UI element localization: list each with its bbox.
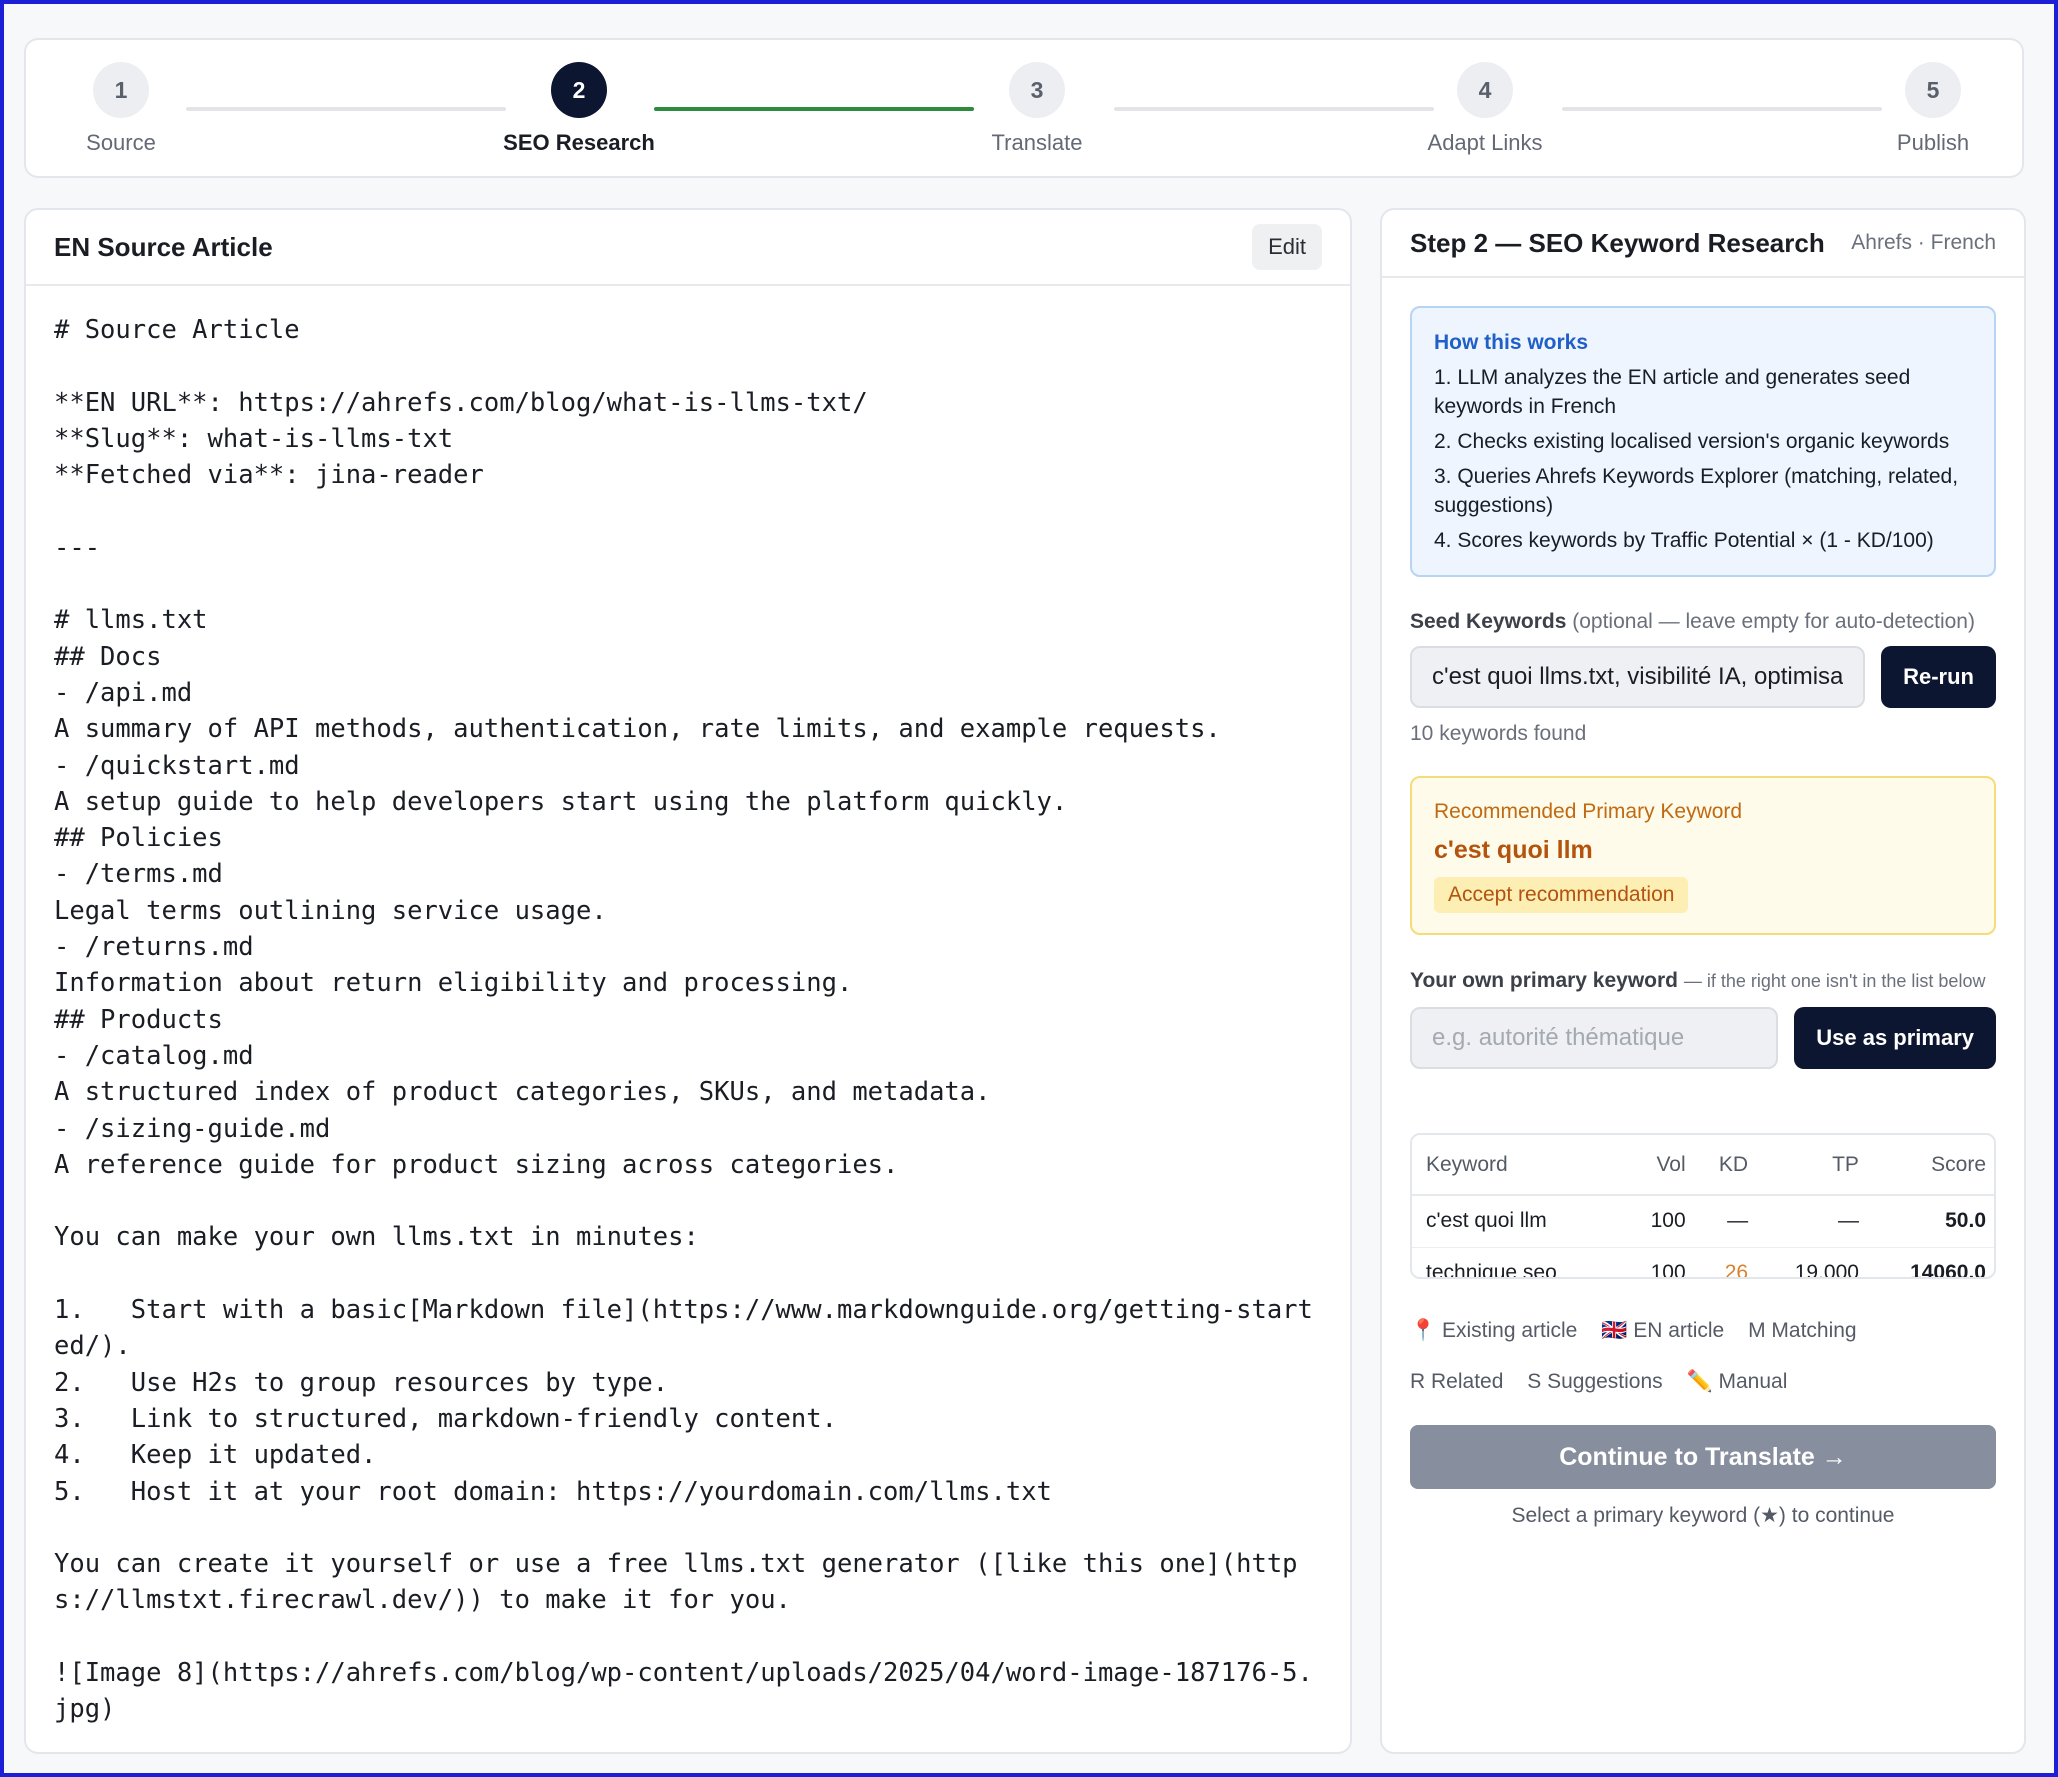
cell-tp: — bbox=[1756, 1195, 1867, 1248]
step-connector-1 bbox=[186, 107, 506, 111]
legend-manual: ✏️ Manual bbox=[1686, 1370, 1788, 1393]
how-this-works-box: How this works 1. LLM analyzes the EN ar… bbox=[1410, 306, 1996, 577]
continue-hint: Select a primary keyword (★) to continue bbox=[1511, 1504, 1895, 1527]
seo-research-panel: Step 2 — SEO Keyword Research Ahrefs · F… bbox=[1380, 208, 2026, 1754]
table-row[interactable]: technique seo 100 26 19,000 14060.0 bbox=[1412, 1247, 1994, 1277]
column-keyword[interactable]: Keyword bbox=[1412, 1135, 1624, 1196]
own-keyword-hint: — if the right one isn't in the list bel… bbox=[1683, 971, 1986, 991]
step-translate[interactable]: 3 Translate bbox=[957, 62, 1117, 156]
legend-existing-article: 📍 Existing article bbox=[1410, 1319, 1578, 1342]
legend-suggestions: S Suggestions bbox=[1527, 1370, 1663, 1393]
step-adapt-links[interactable]: 4 Adapt Links bbox=[1405, 62, 1565, 156]
legend-matching: M Matching bbox=[1748, 1319, 1857, 1342]
cell-kd: 26 bbox=[1693, 1247, 1757, 1277]
step-label: Adapt Links bbox=[1427, 130, 1543, 155]
step-source[interactable]: 1 Source bbox=[41, 62, 201, 156]
legend-en-article: 🇬🇧 EN article bbox=[1601, 1319, 1725, 1342]
step-label: Publish bbox=[1896, 130, 1970, 155]
how-step-2: 2. Checks existing localised version's o… bbox=[1434, 430, 1950, 453]
table-header-row: Keyword Vol KD TP Score bbox=[1412, 1135, 1994, 1196]
seed-keywords-title: Seed Keywords bbox=[1410, 610, 1567, 633]
own-keyword-label: Your own primary keyword — if the right … bbox=[1410, 965, 1996, 997]
cell-keyword: c'est quoi llm bbox=[1412, 1195, 1624, 1248]
accept-recommendation-button[interactable]: Accept recommendation bbox=[1434, 877, 1689, 913]
source-article-panel: EN Source Article Edit # Source Article … bbox=[24, 208, 1352, 1754]
source-article-title: EN Source Article bbox=[54, 231, 273, 262]
table-row[interactable]: c'est quoi llm 100 — — 50.0 bbox=[1412, 1195, 1994, 1248]
seo-research-title: Step 2 — SEO Keyword Research bbox=[1410, 227, 1825, 258]
step-connector-4 bbox=[1562, 107, 1882, 111]
source-article-header: EN Source Article Edit bbox=[26, 210, 1350, 286]
own-keyword-input[interactable] bbox=[1410, 1007, 1779, 1069]
seo-research-header: Step 2 — SEO Keyword Research Ahrefs · F… bbox=[1382, 210, 2024, 278]
cell-score: 50.0 bbox=[1866, 1195, 1994, 1248]
seo-research-subtitle: Ahrefs · French bbox=[1851, 231, 1996, 254]
how-step-4: 4. Scores keywords by Traffic Potential … bbox=[1434, 529, 1934, 552]
how-step-3: 3. Queries Ahrefs Keywords Explorer (mat… bbox=[1434, 465, 1959, 517]
edit-button[interactable]: Edit bbox=[1252, 224, 1322, 270]
cell-tp: 19,000 bbox=[1756, 1247, 1867, 1277]
step-number: 3 bbox=[1009, 62, 1065, 118]
step-number: 4 bbox=[1457, 62, 1513, 118]
step-label: Source bbox=[86, 130, 156, 155]
seed-keywords-label: Seed Keywords (optional — leave empty fo… bbox=[1410, 607, 1996, 636]
progress-stepper: 1 Source 2 SEO Research 3 Translate 4 Ad… bbox=[24, 38, 2024, 178]
step-seo-research[interactable]: 2 SEO Research bbox=[499, 62, 659, 156]
step-connector-3 bbox=[1114, 107, 1434, 111]
legend-related: R Related bbox=[1410, 1370, 1504, 1393]
own-keyword-title: Your own primary keyword bbox=[1410, 969, 1679, 992]
seed-keywords-input[interactable] bbox=[1410, 646, 1866, 708]
cell-keyword: technique seo bbox=[1412, 1247, 1624, 1277]
step-publish[interactable]: 5 Publish bbox=[1853, 62, 2013, 156]
step-connector-2 bbox=[654, 107, 974, 111]
recommended-keyword: c'est quoi llm bbox=[1434, 836, 1593, 864]
column-score[interactable]: Score bbox=[1866, 1135, 1994, 1196]
cell-vol: 100 bbox=[1623, 1195, 1694, 1248]
continue-to-translate-button[interactable]: Continue to Translate → bbox=[1410, 1425, 1996, 1489]
step-label: Translate bbox=[991, 130, 1083, 155]
keywords-table-scroll[interactable]: Keyword Vol KD TP Score c'est quoi llm 1… bbox=[1410, 1133, 1996, 1279]
how-step-1: 1. LLM analyzes the EN article and gener… bbox=[1434, 366, 1911, 418]
step-number: 1 bbox=[93, 62, 149, 118]
source-markdown: # Source Article **EN URL**: https://ahr… bbox=[54, 315, 1313, 1725]
how-this-works-title: How this works bbox=[1434, 331, 1589, 354]
column-tp[interactable]: TP bbox=[1756, 1135, 1867, 1196]
recommended-keyword-box: Recommended Primary Keyword c'est quoi l… bbox=[1410, 776, 1996, 935]
use-as-primary-button[interactable]: Use as primary bbox=[1794, 1007, 1996, 1069]
step-number: 5 bbox=[1905, 62, 1961, 118]
cell-score: 14060.0 bbox=[1866, 1247, 1994, 1277]
recommended-keyword-title: Recommended Primary Keyword bbox=[1434, 800, 1743, 823]
step-label: SEO Research bbox=[503, 130, 655, 155]
seed-keywords-hint: (optional — leave empty for auto-detecti… bbox=[1572, 610, 1975, 633]
rerun-button[interactable]: Re-run bbox=[1881, 646, 1996, 708]
keyword-source-legend: 📍 Existing article 🇬🇧 EN article M Match… bbox=[1410, 1305, 1996, 1407]
cell-vol: 100 bbox=[1623, 1247, 1694, 1277]
step-number: 2 bbox=[551, 62, 607, 118]
keywords-found-count: 10 keywords found bbox=[1410, 722, 1587, 745]
column-kd[interactable]: KD bbox=[1693, 1135, 1757, 1196]
column-vol[interactable]: Vol bbox=[1623, 1135, 1694, 1196]
cell-kd: — bbox=[1693, 1195, 1757, 1248]
keywords-table: Keyword Vol KD TP Score c'est quoi llm 1… bbox=[1412, 1135, 1994, 1277]
